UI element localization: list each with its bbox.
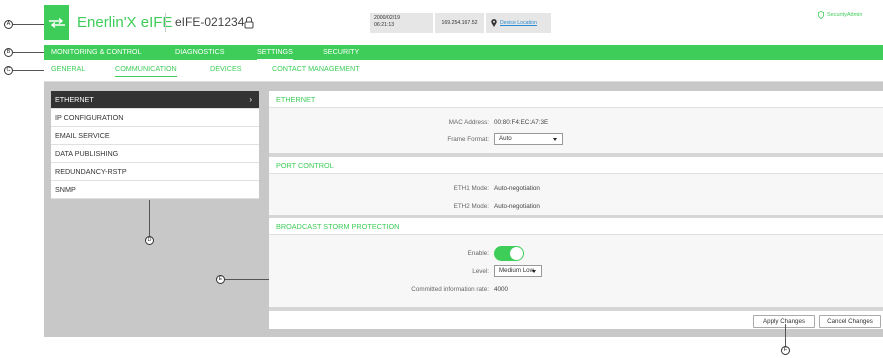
callout-f: F	[781, 346, 790, 355]
enable-label: Enable:	[467, 250, 489, 257]
nav-item-data-publishing[interactable]: DATA PUBLISHING	[51, 145, 259, 163]
header-divider	[165, 13, 166, 32]
callout-f-line	[785, 324, 786, 346]
nav-item-email-service[interactable]: EMAIL SERVICE	[51, 127, 259, 145]
time-text: 06:21:13	[374, 21, 395, 28]
callout-d: D	[145, 236, 154, 245]
callout-a-line	[13, 24, 44, 25]
enable-toggle[interactable]	[494, 246, 524, 261]
callout-e: E	[216, 275, 225, 284]
ip-address: 169.254.167.52	[435, 13, 484, 33]
section-title-broadcast-storm: BROADCAST STORM PROTECTION	[269, 218, 883, 235]
arrows-exchange-icon	[48, 17, 65, 28]
callout-d-line	[149, 200, 150, 236]
frame-format-label: Frame Format:	[447, 136, 489, 143]
menu-monitoring-control[interactable]: MONITORING & CONTROL	[51, 45, 142, 60]
caret-down-icon	[553, 138, 557, 141]
eth1-mode-value: Auto-negotiation	[494, 185, 540, 192]
tab-communication[interactable]: COMMUNICATION	[115, 64, 177, 77]
toggle-knob	[510, 247, 523, 260]
tab-general[interactable]: GENERAL	[51, 64, 85, 77]
callout-b: B	[4, 48, 13, 57]
section-title-port-control: PORT CONTROL	[269, 157, 883, 174]
callout-e-line	[225, 279, 269, 280]
mac-address-value: 00:80:F4:EC:A7:3E	[494, 119, 549, 126]
frame-format-select[interactable]: Auto	[494, 133, 563, 145]
callout-a: A	[4, 20, 13, 29]
frame-format-value: Auto	[499, 135, 512, 142]
lock-icon[interactable]	[244, 16, 254, 31]
callout-c: C	[4, 66, 13, 75]
settings-panel: ETHERNET MAC Address: 00:80:F4:EC:A7:3E …	[269, 91, 883, 329]
location-pin-icon	[491, 19, 497, 27]
cancel-changes-button[interactable]: Cancel Changes	[819, 315, 881, 328]
device-location-link[interactable]: Device Location	[500, 20, 537, 26]
callout-c-line	[13, 70, 44, 71]
action-bar: Apply Changes Cancel Changes	[269, 307, 883, 329]
callout-b-line	[13, 52, 44, 53]
datetime-box: 2000/02/19 06:21:13	[370, 13, 433, 33]
committed-rate-value: 4000	[494, 286, 509, 293]
app-name: Enerlin'X eIFE	[77, 14, 173, 31]
apply-changes-button[interactable]: Apply Changes	[753, 315, 815, 328]
device-name: eIFE-021234	[175, 15, 245, 29]
nav-item-label: ETHERNET	[55, 95, 94, 104]
section-title-ethernet: ETHERNET	[269, 91, 883, 108]
user-name[interactable]: SecurityAdmin	[827, 12, 862, 18]
user-menu[interactable]: SecurityAdmin	[818, 11, 862, 19]
main-menu-bar: MONITORING & CONTROL DIAGNOSTICS SETTING…	[44, 45, 883, 60]
mac-address-label: MAC Address:	[448, 119, 489, 126]
app-logo	[44, 5, 69, 40]
user-shield-icon	[818, 11, 824, 19]
eth2-mode-label: ETH2 Mode:	[453, 203, 489, 210]
tab-contact-management[interactable]: CONTACT MANAGEMENT	[272, 64, 360, 77]
level-value: Medium Low	[499, 267, 535, 274]
committed-rate-label: Committed information rate:	[411, 286, 489, 293]
level-label: Level:	[472, 268, 489, 275]
nav-item-snmp[interactable]: SNMP	[51, 181, 259, 199]
chevron-right-icon: ›	[249, 95, 252, 104]
device-location-box[interactable]: Device Location	[486, 13, 551, 33]
eth1-mode-label: ETH1 Mode:	[453, 185, 489, 192]
level-select[interactable]: Medium Low	[494, 265, 542, 277]
nav-item-ip-configuration[interactable]: IP CONFIGURATION	[51, 109, 259, 127]
caret-down-icon	[532, 270, 536, 273]
left-nav: ETHERNET › IP CONFIGURATION EMAIL SERVIC…	[51, 91, 259, 199]
menu-settings[interactable]: SETTINGS	[257, 45, 293, 60]
nav-item-redundancy-rstp[interactable]: REDUNDANCY-RSTP	[51, 163, 259, 181]
menu-security[interactable]: SECURITY	[323, 45, 359, 60]
tab-devices[interactable]: DEVICES	[210, 64, 242, 77]
menu-diagnostics[interactable]: DIAGNOSTICS	[175, 45, 225, 60]
nav-item-ethernet[interactable]: ETHERNET ›	[51, 91, 259, 109]
eth2-mode-value: Auto-negotiation	[494, 203, 540, 210]
